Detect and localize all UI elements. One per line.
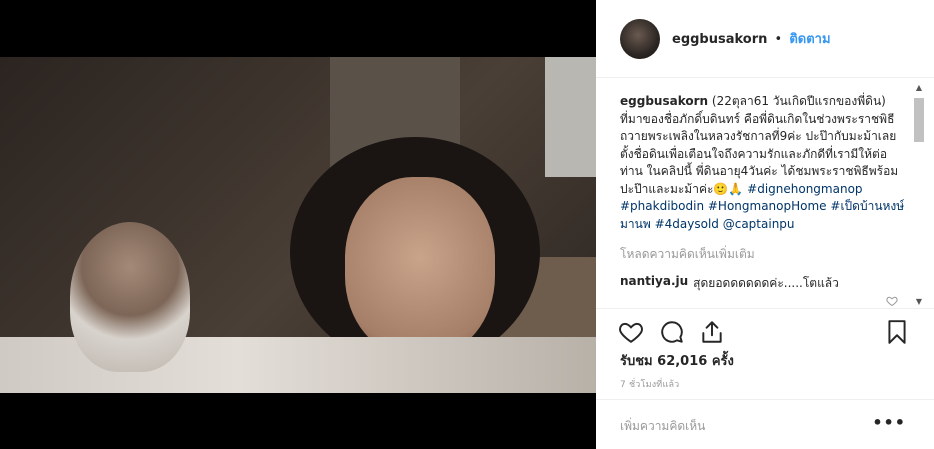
woman-face — [345, 177, 495, 357]
comment-text: สุดยอดดดดดดค่ะ.....โตแล้ว — [693, 276, 839, 290]
comment-username[interactable]: nantiya.ju — [620, 274, 688, 293]
header-text: eggbusakorn • ติดตาม — [672, 28, 831, 49]
media-area — [0, 0, 596, 449]
action-bar — [596, 308, 934, 354]
header-separator: • — [774, 32, 783, 47]
hashtag[interactable]: #phakdibodin — [620, 199, 704, 213]
follow-button[interactable]: ติดตาม — [789, 32, 830, 47]
comment-item: nantiya.ju สุดยอดดดดดดค่ะ.....โตแล้ว — [620, 274, 908, 293]
hashtag[interactable]: #HongmanopHome — [708, 199, 827, 213]
scroll-down-arrow-icon[interactable]: ▼ — [914, 298, 924, 306]
comments-scrollbar[interactable]: ▲ ▼ — [912, 84, 926, 306]
mention[interactable]: @captainpu — [723, 217, 795, 231]
scroll-up-arrow-icon[interactable]: ▲ — [914, 84, 924, 92]
video-player[interactable] — [0, 57, 596, 393]
heart-icon[interactable] — [618, 319, 644, 345]
post-header: eggbusakorn • ติดตาม — [596, 0, 934, 78]
caption-username[interactable]: eggbusakorn — [620, 94, 708, 108]
caption: eggbusakorn (22ตุลา61 วันเกิดปีแรกของพี่… — [620, 93, 908, 233]
comment-icon[interactable] — [659, 319, 685, 345]
more-options-icon[interactable]: ••• — [872, 413, 906, 432]
background-window — [545, 57, 596, 177]
caption-text: (22ตุลา61 วันเกิดปีแรกของพี่ดิน) ที่มาขอ… — [620, 94, 899, 196]
load-more-comments[interactable]: โหลดความคิดเห็นเพิ่มเติม — [620, 245, 908, 264]
share-icon[interactable] — [699, 319, 725, 345]
comment-like-icon[interactable] — [886, 295, 898, 307]
avatar[interactable] — [620, 18, 660, 59]
bookmark-icon[interactable] — [884, 319, 910, 345]
post-timestamp[interactable]: 7 ชั่วโมงที่แล้ว — [620, 377, 679, 391]
scrollbar-thumb[interactable] — [914, 98, 924, 142]
header-username[interactable]: eggbusakorn — [672, 32, 767, 47]
baby — [70, 222, 190, 372]
view-count[interactable]: รับชม 62,016 ครั้ง — [620, 350, 734, 371]
add-comment-input[interactable]: เพิ่มความคิดเห็น — [620, 417, 705, 436]
add-comment-section: เพิ่มความคิดเห็น ••• — [596, 399, 934, 449]
hashtag[interactable]: #4daysold — [655, 217, 719, 231]
hashtag[interactable]: #dignehongmanop — [747, 182, 862, 196]
comments-area[interactable]: eggbusakorn (22ตุลา61 วันเกิดปีแรกของพี่… — [596, 79, 934, 307]
post-panel: eggbusakorn • ติดตาม eggbusakorn (22ตุลา… — [596, 0, 934, 449]
